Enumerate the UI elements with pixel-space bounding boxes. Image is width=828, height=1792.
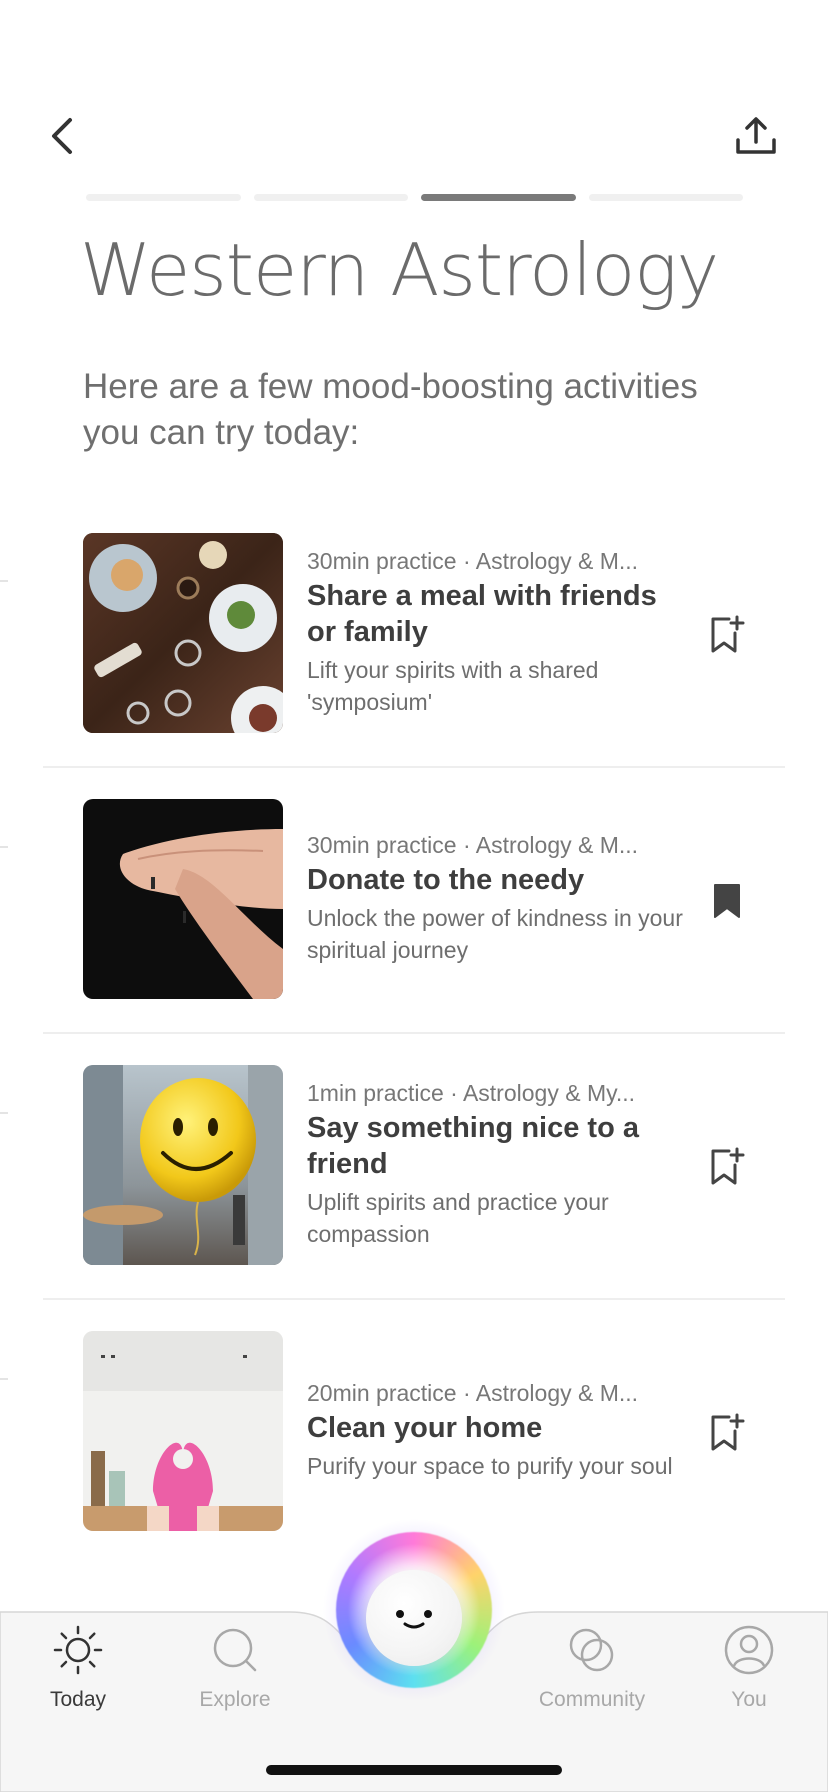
activity-title: Clean your home bbox=[307, 1412, 543, 1444]
activity-description: Uplift spirits and practice your compass… bbox=[307, 1189, 609, 1247]
progress-segment-active bbox=[421, 194, 576, 201]
tab-explore[interactable]: Explore bbox=[165, 1622, 305, 1732]
edge-divider bbox=[0, 846, 8, 848]
activity-info: 1min practice · Astrology & My... Say so… bbox=[307, 1064, 687, 1264]
hands-photo bbox=[83, 799, 283, 999]
tab-label: Today bbox=[49, 1688, 107, 1711]
heart-hands-kitchen-photo bbox=[83, 1331, 283, 1531]
bookmark-add-icon bbox=[711, 1147, 745, 1185]
edge-divider bbox=[0, 580, 8, 582]
progress-segment bbox=[86, 194, 241, 201]
smiley-orb-icon[interactable] bbox=[366, 1570, 462, 1666]
activity-row[interactable]: 1min practice · Astrology & My... Say so… bbox=[0, 1064, 828, 1330]
activity-info: 30min practice · Astrology & M... Donate… bbox=[307, 798, 687, 998]
page-title: Western Astrology bbox=[80, 228, 719, 312]
activity-description: Lift your spirits with a shared 'symposi… bbox=[307, 657, 599, 715]
bookmark-add-button[interactable] bbox=[706, 1410, 748, 1456]
bookmark-saved-button[interactable] bbox=[706, 878, 748, 924]
page-subtitle: Here are a few mood-boosting activities … bbox=[83, 367, 698, 452]
progress-segment bbox=[253, 194, 408, 201]
tab-label: Community bbox=[538, 1688, 646, 1711]
step-progress bbox=[86, 194, 743, 202]
activity-row[interactable]: 30min practice · Astrology & M... Donate… bbox=[0, 798, 828, 1064]
bookmark-add-icon bbox=[711, 1413, 745, 1451]
activity-title: Donate to the needy bbox=[307, 864, 585, 896]
activity-title: Share a meal with friends or family bbox=[307, 580, 657, 648]
row-divider bbox=[43, 1032, 785, 1034]
share-upload-icon bbox=[736, 117, 776, 154]
edge-divider bbox=[0, 1378, 8, 1380]
activity-title: Say something nice to a friend bbox=[307, 1112, 639, 1180]
smiley-balloon-photo bbox=[83, 1065, 283, 1265]
activity-description: Unlock the power of kindness in your spi… bbox=[307, 905, 683, 963]
bookmark-filled-icon bbox=[714, 884, 740, 918]
activity-row[interactable]: 30min practice · Astrology & M... Share … bbox=[0, 532, 828, 798]
tab-today[interactable]: Today bbox=[8, 1622, 148, 1732]
row-divider bbox=[43, 766, 785, 768]
activity-meta: 20min practice · Astrology & M... bbox=[307, 1380, 639, 1406]
user-icon bbox=[721, 1622, 777, 1678]
activity-meta: 30min practice · Astrology & M... bbox=[307, 832, 639, 858]
tab-you[interactable]: You bbox=[679, 1622, 819, 1732]
row-divider bbox=[43, 1298, 785, 1300]
back-button[interactable] bbox=[40, 112, 84, 160]
progress-segment bbox=[588, 194, 743, 201]
sun-icon bbox=[50, 1622, 106, 1678]
share-button[interactable] bbox=[730, 110, 782, 162]
tab-community[interactable]: Community bbox=[522, 1622, 662, 1732]
activity-meta: 30min practice · Astrology & M... bbox=[307, 548, 639, 574]
activity-description: Purify your space to purify your soul bbox=[307, 1453, 673, 1479]
activity-meta: 1min practice · Astrology & My... bbox=[307, 1080, 636, 1106]
chevron-left-icon bbox=[52, 118, 72, 154]
edge-divider bbox=[0, 1112, 8, 1114]
search-icon bbox=[207, 1622, 263, 1678]
activity-list: 30min practice · Astrology & M... Share … bbox=[0, 532, 828, 1596]
bookmark-add-button[interactable] bbox=[706, 1144, 748, 1190]
activity-info: 20min practice · Astrology & M... Clean … bbox=[307, 1330, 687, 1530]
tab-label: You bbox=[731, 1688, 767, 1711]
dinner-table-photo bbox=[83, 533, 283, 733]
community-circles-icon bbox=[564, 1622, 620, 1678]
bookmark-add-button[interactable] bbox=[706, 612, 748, 658]
bookmark-add-icon bbox=[711, 615, 745, 653]
activity-info: 30min practice · Astrology & M... Share … bbox=[307, 532, 687, 732]
tab-label: Explore bbox=[199, 1688, 271, 1711]
home-indicator bbox=[266, 1765, 562, 1775]
